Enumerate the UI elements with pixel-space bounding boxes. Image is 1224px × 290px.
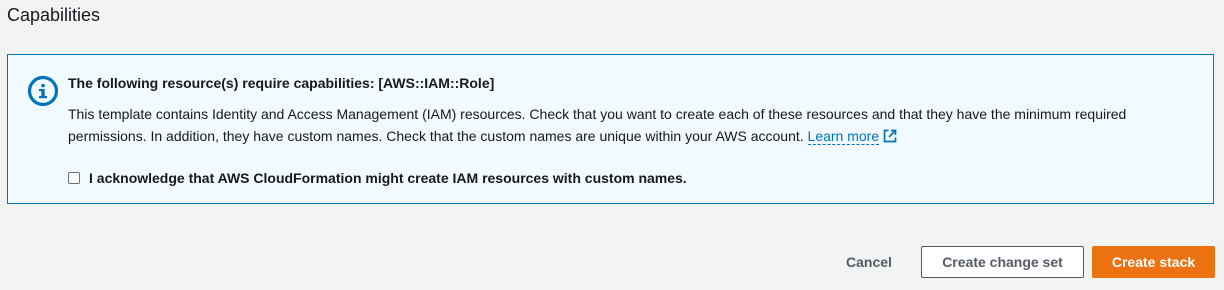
cancel-button[interactable]: Cancel bbox=[830, 246, 908, 278]
learn-more-link[interactable]: Learn more bbox=[807, 128, 880, 145]
acknowledge-row[interactable]: I acknowledge that AWS CloudFormation mi… bbox=[68, 169, 687, 187]
alert-heading: The following resource(s) require capabi… bbox=[68, 75, 495, 91]
capabilities-alert: The following resource(s) require capabi… bbox=[7, 54, 1214, 204]
learn-more-label: Learn more bbox=[807, 128, 880, 144]
info-icon bbox=[26, 74, 60, 108]
create-change-set-button[interactable]: Create change set bbox=[921, 246, 1084, 278]
alert-body: This template contains Identity and Acce… bbox=[68, 103, 1188, 147]
create-stack-button[interactable]: Create stack bbox=[1092, 246, 1215, 278]
acknowledge-label[interactable]: I acknowledge that AWS CloudFormation mi… bbox=[89, 169, 687, 187]
alert-body-text: This template contains Identity and Acce… bbox=[68, 106, 1127, 144]
external-link-icon[interactable] bbox=[883, 127, 897, 143]
section-title: Capabilities bbox=[7, 5, 101, 25]
acknowledge-checkbox[interactable] bbox=[68, 172, 80, 184]
